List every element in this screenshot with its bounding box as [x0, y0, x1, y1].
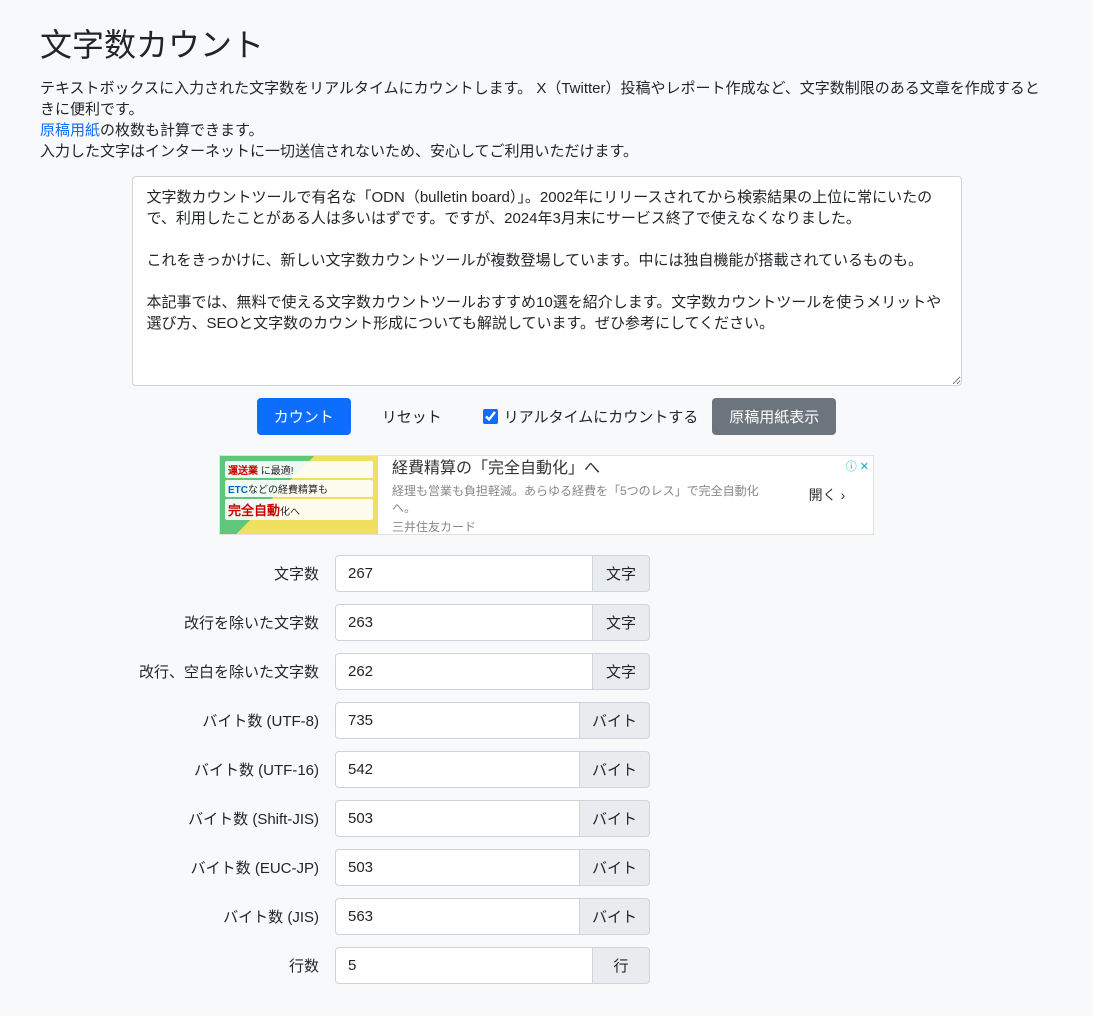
result-unit: バイト: [579, 702, 650, 739]
result-label: 改行、空白を除いた文字数: [40, 661, 335, 682]
result-value-input[interactable]: [335, 800, 579, 837]
result-value-input[interactable]: [335, 555, 592, 592]
result-row: 行数 行: [40, 947, 650, 984]
result-row: 改行を除いた文字数 文字: [40, 604, 650, 641]
result-row: バイト数 (JIS) バイト: [40, 898, 650, 935]
result-value-input[interactable]: [335, 653, 592, 690]
result-value-input[interactable]: [335, 604, 592, 641]
ad-banner-image: 運送業 に最適! ETCなどの経費精算も 完全自動化へ: [220, 456, 378, 534]
advertisement[interactable]: 運送業 に最適! ETCなどの経費精算も 完全自動化へ 経費精算の「完全自動化」…: [219, 455, 874, 535]
ad-title: 経費精算の「完全自動化」へ: [392, 454, 767, 478]
result-label: バイト数 (JIS): [40, 906, 335, 927]
result-label: バイト数 (EUC-JP): [40, 857, 335, 878]
result-unit: 文字: [592, 604, 650, 641]
result-row: バイト数 (Shift-JIS) バイト: [40, 800, 650, 837]
description: テキストボックスに入力された文字数をリアルタイムにカウントします。 X（Twit…: [40, 78, 1053, 162]
desc-line2: の枚数も計算できます。: [100, 122, 264, 139]
result-unit: バイト: [579, 800, 650, 837]
realtime-checkbox[interactable]: [483, 409, 498, 424]
result-unit: バイト: [579, 751, 650, 788]
manuscript-paper-link[interactable]: 原稿用紙: [40, 122, 100, 139]
ad-subtitle: 経理も営業も負担軽減。あらゆる経費を「5つのレス」で完全自動化へ。: [392, 482, 767, 516]
result-label: 文字数: [40, 563, 335, 584]
ad-info-icon[interactable]: ⓘ: [846, 458, 857, 474]
result-row: バイト数 (UTF-8) バイト: [40, 702, 650, 739]
result-value-input[interactable]: [335, 702, 579, 739]
manuscript-display-button[interactable]: 原稿用紙表示: [712, 398, 836, 435]
result-unit: 行: [592, 947, 650, 984]
result-unit: 文字: [592, 555, 650, 592]
reset-button[interactable]: リセット: [365, 398, 459, 435]
page-title: 文字数カウント: [40, 20, 1053, 66]
ad-close-icon[interactable]: ✕: [860, 460, 869, 473]
result-row: バイト数 (UTF-16) バイト: [40, 751, 650, 788]
result-value-input[interactable]: [335, 849, 579, 886]
ad-company: 三井住友カード: [392, 518, 767, 535]
result-row: 文字数 文字: [40, 555, 650, 592]
result-row: バイト数 (EUC-JP) バイト: [40, 849, 650, 886]
desc-line1: テキストボックスに入力された文字数をリアルタイムにカウントします。 X（Twit…: [40, 80, 1040, 118]
desc-line3: 入力した文字はインターネットに一切送信されないため、安心してご利用いただけます。: [40, 143, 638, 160]
count-button[interactable]: カウント: [257, 398, 351, 435]
results-table: 文字数文字改行を除いた文字数文字改行、空白を除いた文字数文字バイト数 (UTF-…: [40, 555, 650, 984]
result-unit: バイト: [579, 849, 650, 886]
result-label: バイト数 (UTF-16): [40, 759, 335, 780]
result-label: 改行を除いた文字数: [40, 612, 335, 633]
result-value-input[interactable]: [335, 751, 579, 788]
chevron-right-icon: ›: [841, 487, 846, 503]
result-unit: バイト: [579, 898, 650, 935]
result-value-input[interactable]: [335, 947, 592, 984]
text-input[interactable]: [132, 176, 962, 386]
result-label: 行数: [40, 955, 335, 976]
result-row: 改行、空白を除いた文字数 文字: [40, 653, 650, 690]
realtime-checkbox-label[interactable]: リアルタイムにカウントする: [504, 406, 699, 427]
result-unit: 文字: [592, 653, 650, 690]
result-label: バイト数 (Shift-JIS): [40, 808, 335, 829]
result-value-input[interactable]: [335, 898, 579, 935]
result-label: バイト数 (UTF-8): [40, 710, 335, 731]
